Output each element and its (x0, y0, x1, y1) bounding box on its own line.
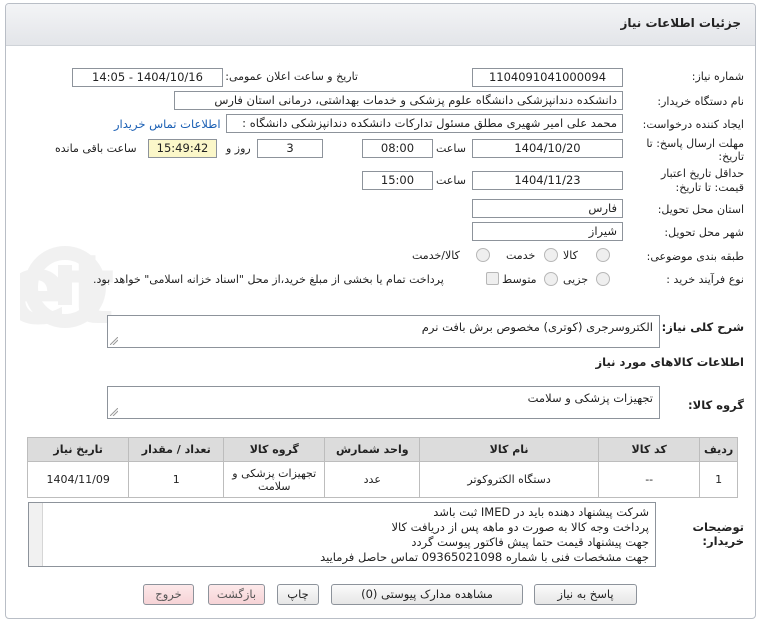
col-quantity: تعداد / مقدار (128, 437, 225, 462)
deadline-time-label: ساعت (436, 142, 466, 155)
resize-grip-icon[interactable] (110, 337, 118, 345)
goods-group-text: تجهیزات پزشکی و سلامت (527, 391, 653, 405)
buyer-notes-field[interactable]: شرکت پیشنهاد دهنده باید در IMED ثبت باشد… (28, 502, 656, 567)
category-service-label: خدمت (506, 249, 536, 262)
category-goods-label: کالا (563, 249, 578, 262)
notes-line: پرداخت وجه کالا به صورت دو ماهه پس از در… (391, 520, 649, 534)
need-number-label: شماره نیاز: (691, 70, 744, 83)
province-label: استان محل تحویل: (657, 203, 744, 216)
validity-label: حداقل تاریخ اعتبار (660, 167, 744, 180)
validity-date-field: 1404/11/23 (472, 171, 623, 190)
treasury-checkbox[interactable] (486, 272, 499, 285)
validity-time-field: 15:00 (362, 171, 433, 190)
announce-field: 1404/10/16 - 14:05 (72, 68, 223, 87)
deadline-label-2: تاریخ: (718, 150, 744, 163)
exit-button[interactable]: خروج (143, 584, 194, 605)
goods-group-label: گروه کالا: (688, 398, 744, 412)
cell-goods-code: -- (598, 461, 701, 498)
creator-label: ایجاد کننده درخواست: (642, 118, 744, 131)
process-medium-radio[interactable] (544, 272, 558, 286)
notes-text: شرکت پیشنهاد دهنده باید در IMED ثبت باشد… (320, 505, 649, 565)
announce-label: تاریخ و ساعت اعلان عمومی: (225, 70, 358, 83)
category-both-label: کالا/خدمت (412, 249, 460, 262)
process-label: نوع فرآیند خرید : (666, 273, 744, 286)
cell-quantity: 1 (128, 461, 225, 498)
col-row-number: ردیف (699, 437, 738, 462)
cell-need-date: 1404/11/09 (26, 461, 130, 498)
remaining-label: ساعت باقی مانده (55, 142, 137, 155)
summary-label: شرح کلی نیاز: (661, 320, 744, 334)
category-both-radio[interactable] (476, 248, 490, 262)
contact-info-link[interactable]: اطلاعات تماس خریدار (114, 117, 221, 131)
panel-title: جزئیات اطلاعات نیاز (620, 16, 741, 30)
col-goods-name: نام کالا (419, 437, 600, 462)
process-minor-label: جزیی (563, 273, 589, 286)
days-label: روز و (226, 142, 251, 155)
cell-goods-group: تجهیزات پزشکی و سلامت (223, 461, 326, 498)
table-row: 1 -- دستگاه الکتروکوتر عدد تجهیزات پزشکی… (26, 461, 738, 498)
col-goods-group: گروه کالا (223, 437, 326, 462)
city-field: شیراز (472, 222, 623, 241)
notes-label: توضیحات (692, 520, 745, 534)
need-number-field: 1104091041000094 (472, 68, 623, 87)
treasury-note: پرداخت تمام یا بخشی از مبلغ خرید،از محل … (93, 273, 444, 286)
notes-label-2: خریدار: (702, 534, 744, 548)
validity-time-label: ساعت (436, 174, 466, 187)
city-label: شهر محل تحویل: (664, 226, 744, 239)
panel-header: جزئیات اطلاعات نیاز (6, 4, 755, 46)
table-header-row: ردیف کد کالا نام کالا واحد شمارش گروه کا… (26, 437, 738, 462)
goods-group-field: تجهیزات پزشکی و سلامت (107, 386, 660, 419)
col-goods-code: کد کالا (598, 437, 701, 462)
notes-scrollbar[interactable] (29, 503, 43, 566)
goods-info-title: اطلاعات کالاهای مورد نیاز (595, 355, 744, 369)
creator-field: محمد علی امیر شهیری مطلق مسئول تدارکات د… (226, 114, 623, 133)
notes-line: جهت پیشنهاد قیمت حتما پیش فاکتور پیوست گ… (411, 535, 649, 549)
deadline-date-field: 1404/10/20 (472, 139, 623, 158)
buyer-field: دانشکده دندانپزشکی دانشگاه علوم پزشکی و … (174, 91, 623, 110)
resize-grip-icon[interactable] (110, 408, 118, 416)
col-need-date: تاریخ نیاز (26, 437, 130, 462)
days-field: 3 (257, 139, 323, 158)
deadline-label: مهلت ارسال پاسخ: تا (646, 137, 744, 150)
notes-line: جهت مشخصات فنی با شماره 09365021098 تماس… (320, 550, 649, 564)
cell-unit: عدد (324, 461, 421, 498)
print-button[interactable]: چاپ (277, 584, 319, 605)
validity-label-2: قیمت: تا تاریخ: (675, 181, 744, 194)
cell-goods-name: دستگاه الکتروکوتر (419, 461, 600, 498)
goods-table: ردیف کد کالا نام کالا واحد شمارش گروه کا… (26, 437, 738, 498)
notes-line: شرکت پیشنهاد دهنده باید در IMED ثبت باشد (433, 505, 649, 519)
category-service-radio[interactable] (544, 248, 558, 262)
process-minor-radio[interactable] (596, 272, 610, 286)
attachments-button[interactable]: مشاهده مدارک پیوستی (0) (331, 584, 523, 605)
buyer-label: نام دستگاه خریدار: (657, 95, 744, 108)
summary-field: الکتروسرجری (کوتری) مخصوص برش بافت نرم (107, 315, 660, 348)
category-label: طبقه بندی موضوعی: (646, 250, 744, 263)
back-button[interactable]: بازگشت (208, 584, 265, 605)
remaining-time-field: 15:49:42 (148, 139, 217, 158)
deadline-time-field: 08:00 (362, 139, 433, 158)
summary-text: الکتروسرجری (کوتری) مخصوص برش بافت نرم (421, 320, 653, 334)
category-goods-radio[interactable] (596, 248, 610, 262)
province-field: فارس (472, 199, 623, 218)
col-unit: واحد شمارش (324, 437, 421, 462)
process-medium-label: متوسط (502, 273, 537, 286)
cell-row-number: 1 (699, 461, 738, 498)
reply-button[interactable]: پاسخ به نیاز (534, 584, 637, 605)
